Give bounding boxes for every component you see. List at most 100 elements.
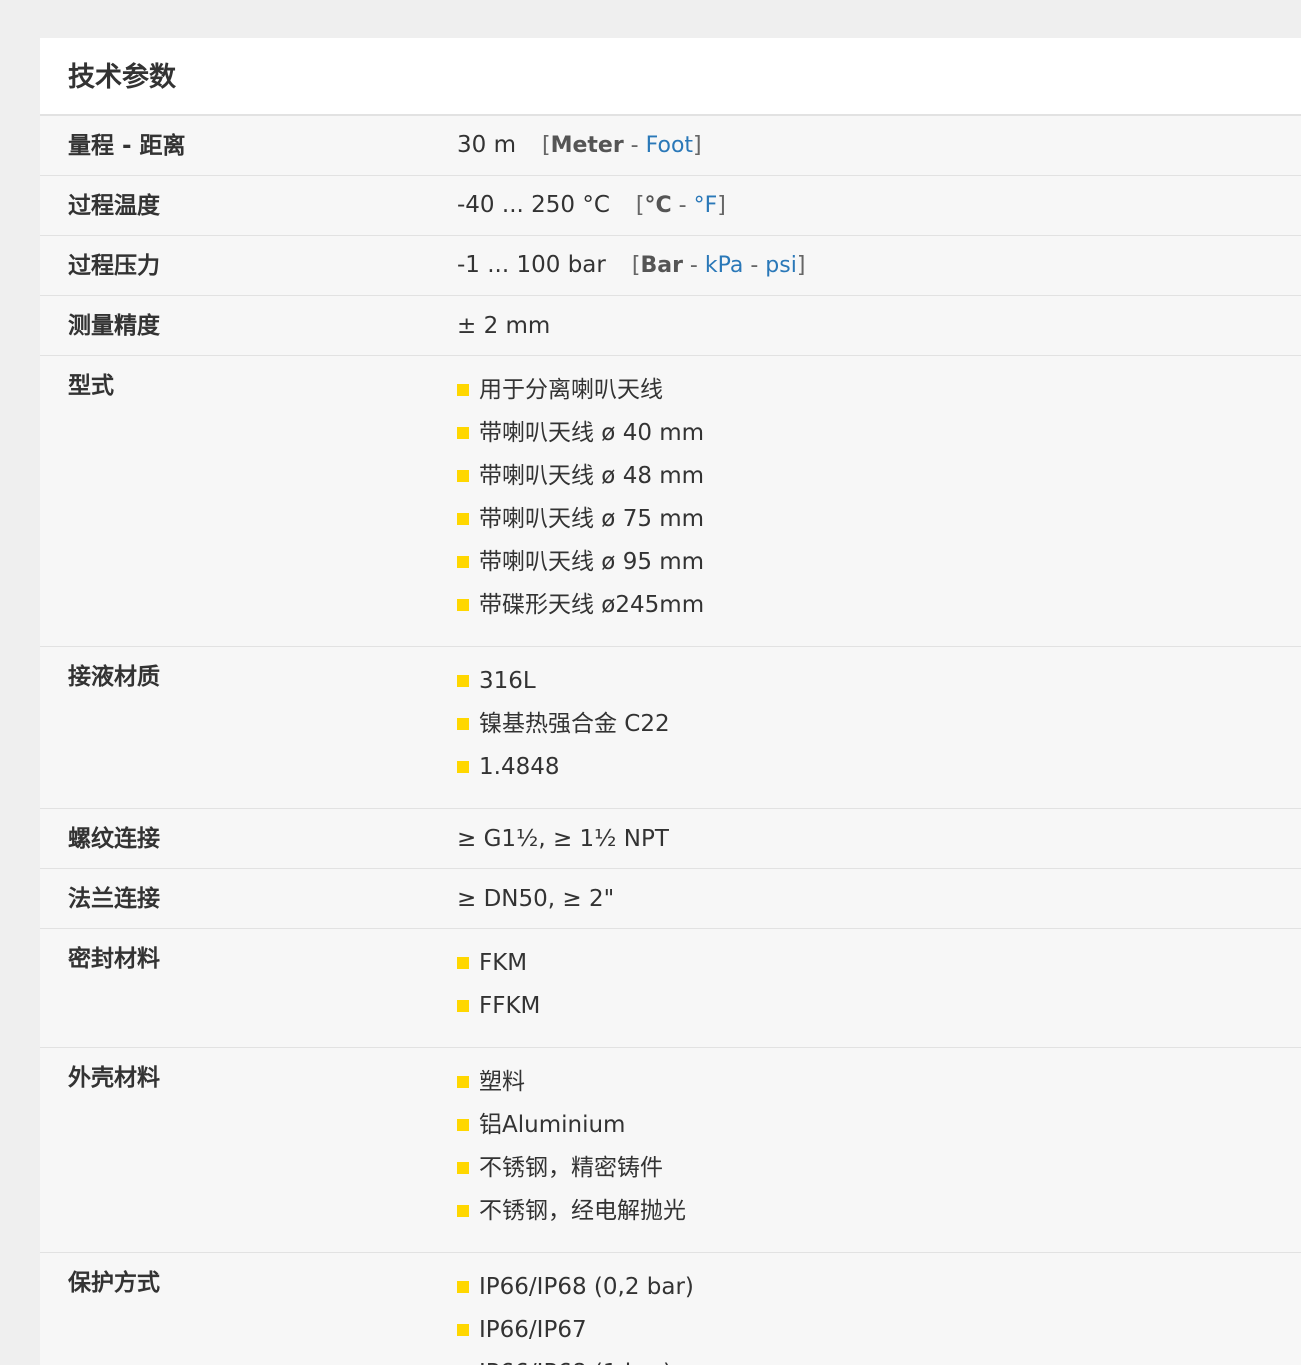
spec-value: 30 m [Meter - Foot] <box>457 129 1301 162</box>
spec-value-text: -1 ... 100 bar <box>457 252 606 278</box>
list-item: 316L <box>457 665 1301 708</box>
list-item-text: 带喇叭天线 ø 48 mm <box>479 463 705 489</box>
spec-value-text: -40 ... 250 °C <box>457 192 610 218</box>
bullet-square-icon <box>457 599 469 611</box>
spec-label: 接液材质 <box>68 664 160 690</box>
list-item: IP66/IP67 <box>457 1314 1301 1357</box>
list-item-text: 带喇叭天线 ø 95 mm <box>479 549 705 575</box>
bullet-square-icon <box>457 513 469 525</box>
bullet-square-icon <box>457 1076 469 1088</box>
unit-link[interactable]: psi <box>765 253 797 278</box>
list-item-text: 带喇叭天线 ø 40 mm <box>479 420 705 446</box>
spec-value-text: ≥ DN50, ≥ 2" <box>457 885 615 912</box>
spec-value: ± 2 mm <box>457 310 1301 342</box>
spec-label: 型式 <box>68 373 114 399</box>
unit-link[interactable]: °F <box>694 193 718 218</box>
list-item-text: 铝Aluminium <box>479 1112 626 1138</box>
list-item-text: 不锈钢，经电解抛光 <box>479 1198 686 1224</box>
bullet-square-icon <box>457 384 469 396</box>
spec-row: 过程压力 -1 ... 100 bar [Bar - kPa - psi] <box>40 236 1301 296</box>
bullet-square-icon <box>457 1281 469 1293</box>
spec-label: 保护方式 <box>68 1270 160 1296</box>
spec-row: 保护方式IP66/IP68 (0,2 bar)IP66/IP67IP66/IP6… <box>40 1253 1301 1365</box>
list-item-text: IP66/IP68 (1 bar) <box>479 1360 672 1365</box>
spec-label: 密封材料 <box>68 946 160 972</box>
list-item: 1.4848 <box>457 751 1301 794</box>
bullet-square-icon <box>457 1119 469 1131</box>
spec-row: 螺纹连接 ≥ G1½, ≥ 1½ NPT <box>40 809 1301 869</box>
spec-value-list: 316L 镍基热强合金 C22 1.4848 <box>457 647 1301 808</box>
spec-label: 测量精度 <box>68 312 160 339</box>
unit-switcher: [°C - °F] <box>636 190 726 222</box>
list-item: FFKM <box>457 990 1301 1033</box>
spec-value: ≥ G1½, ≥ 1½ NPT <box>457 823 1301 855</box>
bullet-square-icon <box>457 675 469 687</box>
list-item-text: 316L <box>479 668 536 694</box>
unit-separator: - <box>623 133 646 158</box>
unit-bracket-close: ] <box>693 133 702 158</box>
technical-data-panel: 技术参数 量程 - 距离 30 m [Meter - Foot] 过程温度 -40 ..… <box>40 38 1301 1365</box>
spec-value-list: FKM FFKM <box>457 929 1301 1047</box>
list-item-text: IP66/IP67 <box>479 1317 587 1343</box>
unit-active: Bar <box>640 253 683 278</box>
list-item: 带喇叭天线 ø 75 mm <box>457 503 1301 546</box>
list-item-text: 1.4848 <box>479 754 560 780</box>
spec-value: FKM FFKM <box>457 929 1301 1047</box>
list-item: FKM <box>457 947 1301 990</box>
bullet-square-icon <box>457 1162 469 1174</box>
unit-separator: - <box>743 253 766 278</box>
list-item-text: 带喇叭天线 ø 75 mm <box>479 506 705 532</box>
list-item: IP66/IP68 (1 bar) <box>457 1357 1301 1365</box>
spec-value-list: 塑料 铝Aluminium 不锈钢，精密铸件 不锈钢，经电解抛光 <box>457 1048 1301 1252</box>
unit-switcher: [Meter - Foot] <box>542 130 702 162</box>
unit-active: °C <box>644 193 672 218</box>
unit-bracket-close: ] <box>796 253 806 278</box>
spec-label: 法兰连接 <box>68 885 160 912</box>
bullet-square-icon <box>457 427 469 439</box>
list-item: 塑料 <box>457 1066 1301 1109</box>
spec-row: 密封材料 FKM FFKM <box>40 929 1301 1048</box>
unit-link[interactable]: kPa <box>705 253 744 278</box>
spec-label: 过程温度 <box>68 192 160 219</box>
spec-value: ≥ DN50, ≥ 2" <box>457 883 1301 915</box>
list-item-text: FFKM <box>479 993 541 1019</box>
spec-row: 量程 - 距离 30 m [Meter - Foot] <box>40 116 1301 176</box>
spec-value: -40 ... 250 °C [°C - °F] <box>457 189 1301 222</box>
bullet-square-icon <box>457 1324 469 1336</box>
unit-separator: - <box>671 193 694 218</box>
list-item: IP66/IP68 (0,2 bar) <box>457 1271 1301 1314</box>
spec-value-list: IP66/IP68 (0,2 bar) IP66/IP67 IP66/IP68 (1… <box>457 1253 1301 1365</box>
spec-label: 螺纹连接 <box>68 825 160 852</box>
list-item: 用于分离喇叭天线 <box>457 374 1301 417</box>
bullet-square-icon <box>457 1205 469 1217</box>
list-item: 不锈钢，经电解抛光 <box>457 1195 1301 1238</box>
list-item: 带喇叭天线 ø 40 mm <box>457 417 1301 460</box>
list-item-text: 带碟形天线 ø245mm <box>479 592 705 618</box>
spec-value-text: 30 m <box>457 132 516 158</box>
unit-switcher: [Bar - kPa - psi] <box>632 250 806 282</box>
unit-link[interactable]: Foot <box>646 133 693 158</box>
spec-row: 测量精度 ± 2 mm <box>40 296 1301 356</box>
list-item-text: 用于分离喇叭天线 <box>479 377 663 403</box>
panel-title: 技术参数 <box>68 62 176 93</box>
spec-label: 量程 - 距离 <box>68 132 186 159</box>
list-item-text: IP66/IP68 (0,2 bar) <box>479 1274 694 1300</box>
unit-bracket-open: [ <box>635 193 645 218</box>
unit-active: Meter <box>550 133 624 158</box>
spec-value: IP66/IP68 (0,2 bar) IP66/IP67 IP66/IP68 (1… <box>457 1253 1301 1365</box>
list-item: 镍基热强合金 C22 <box>457 708 1301 751</box>
spec-value: -1 ... 100 bar [Bar - kPa - psi] <box>457 249 1301 282</box>
spec-label: 过程压力 <box>68 252 160 279</box>
spec-value: 316L 镍基热强合金 C22 1.4848 <box>457 647 1301 808</box>
bullet-square-icon <box>457 470 469 482</box>
list-item: 带喇叭天线 ø 95 mm <box>457 546 1301 589</box>
bullet-square-icon <box>457 957 469 969</box>
list-item-text: 塑料 <box>479 1069 525 1095</box>
spec-value: 用于分离喇叭天线带喇叭天线 ø 40 mm 带喇叭天线 ø 48 mm 带喇叭天线 … <box>457 356 1301 646</box>
bullet-square-icon <box>457 718 469 730</box>
spec-row: 外壳材料 塑料 铝Aluminium 不锈钢，精密铸件 不锈钢，经电解抛光 <box>40 1048 1301 1253</box>
list-item-text: FKM <box>479 950 528 976</box>
bullet-square-icon <box>457 761 469 773</box>
spec-row: 过程温度 -40 ... 250 °C [°C - °F] <box>40 176 1301 236</box>
bullet-square-icon <box>457 1000 469 1012</box>
